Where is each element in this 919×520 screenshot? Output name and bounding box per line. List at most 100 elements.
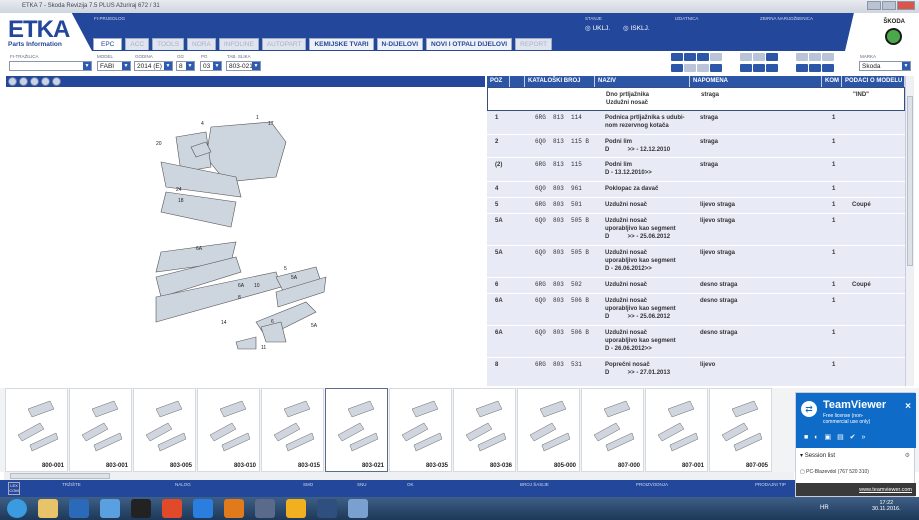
thumbnail-807-005[interactable]: 807-005	[709, 388, 772, 472]
toolbar-button[interactable]	[671, 64, 683, 72]
gg-select[interactable]: 8 ▼	[176, 61, 195, 71]
etka-taskbar-icon[interactable]	[348, 499, 368, 518]
thumbnail-807-001[interactable]: 807-001	[645, 388, 708, 472]
callout-label[interactable]: 6A	[238, 283, 245, 289]
table-row[interactable]: Dno prtljažnika Uzdužni nosač straga "IND"	[487, 87, 905, 111]
table-row[interactable]: 6A 6Q0 803 506 B Uzdužni nosač uporabljivo…	[487, 294, 905, 326]
app-icon[interactable]	[317, 499, 337, 518]
callout-label[interactable]: 4	[201, 121, 204, 127]
toolbar-button[interactable]	[766, 64, 778, 72]
toolbar-button[interactable]	[796, 64, 808, 72]
marka-select[interactable]: Skoda ▼	[859, 61, 911, 71]
internet-explorer-icon[interactable]	[193, 499, 213, 518]
table-row[interactable]: 5A 6Q0 803 505 B Uzdužni nosač uporabljivo…	[487, 246, 905, 278]
toolbar-button[interactable]	[710, 53, 722, 61]
column-header[interactable]: NAPOMENA	[690, 76, 822, 87]
toolbar-button[interactable]	[766, 53, 778, 61]
callout-label[interactable]: 17	[268, 121, 274, 127]
column-header[interactable]: KOM	[822, 76, 842, 87]
callout-label[interactable]: 6	[271, 319, 274, 325]
fi-trazilica-input[interactable]: ▼	[9, 61, 92, 71]
toolbar-button[interactable]	[671, 53, 683, 61]
callout-label[interactable]: 8	[238, 295, 241, 301]
callout-label[interactable]: 5	[284, 266, 287, 272]
thumbnail-scrollbar[interactable]	[4, 472, 794, 480]
zoom-in-icon[interactable]	[8, 77, 17, 86]
callout-label[interactable]: 10	[254, 283, 260, 289]
toolbar-button[interactable]	[822, 53, 834, 61]
thumbnail-803-036[interactable]: 803-036	[453, 388, 516, 472]
toolbar-button[interactable]	[809, 64, 821, 72]
column-header[interactable]: POZ	[487, 76, 510, 87]
maximize-button[interactable]	[882, 1, 896, 10]
toolbar-button[interactable]	[710, 64, 722, 72]
callout-label[interactable]: 18	[178, 198, 184, 204]
tab-infoline[interactable]: INFOLINE	[218, 38, 259, 50]
teamviewer-link[interactable]: www.teamviewer.com	[859, 487, 912, 493]
scroll-thumb[interactable]	[907, 96, 913, 266]
godina-select[interactable]: 2014 (E) ▼	[134, 61, 173, 71]
callout-label[interactable]: 1	[256, 115, 259, 121]
session-item[interactable]: ▢ PC-Blazevdol (767 520 310)	[800, 469, 869, 475]
tab-kemijske-tvari[interactable]: KEMIJSKE TVARI	[309, 38, 374, 50]
zoom-fit-icon[interactable]	[30, 77, 39, 86]
thumbnail-800-001[interactable]: 800-001	[5, 388, 68, 472]
toolbar-button[interactable]	[822, 64, 834, 72]
iskl-radio[interactable]: ◎ ISKLJ.	[623, 24, 650, 32]
skype-icon[interactable]	[286, 499, 306, 518]
column-header[interactable]: KATALOŠKI BROJ	[525, 76, 595, 87]
callout-label[interactable]: 5A	[291, 275, 298, 281]
thumbnail-803-001[interactable]: 803-001	[69, 388, 132, 472]
callout-label[interactable]: 24	[176, 187, 182, 193]
thumbnail-803-010[interactable]: 803-010	[197, 388, 260, 472]
thumbnail-803-005[interactable]: 803-005	[133, 388, 196, 472]
scroll-thumb[interactable]	[10, 473, 110, 479]
column-header[interactable]	[510, 76, 525, 87]
terminal-icon[interactable]	[131, 499, 151, 518]
tab-autopart[interactable]: AUTOPART	[261, 38, 307, 50]
tab-novi-i-otpali-dijelovi[interactable]: NOVI I OTPALI DIJELOVI	[426, 38, 513, 50]
tab-tools[interactable]: TOOLS	[152, 38, 185, 50]
thumbnail-805-000[interactable]: 805-000	[517, 388, 580, 472]
callout-label[interactable]: 6A	[196, 246, 203, 252]
toolbar-button[interactable]	[740, 64, 752, 72]
table-row[interactable]: 5A 6Q0 803 505 B Uzdužni nosač uporabljivo…	[487, 214, 905, 246]
app-icon[interactable]	[69, 499, 89, 518]
column-header[interactable]: NAZIV	[595, 76, 690, 87]
gear-icon[interactable]: ⚙	[905, 452, 910, 459]
table-scrollbar[interactable]	[905, 76, 914, 386]
language-indicator[interactable]: HR	[820, 505, 829, 511]
column-header[interactable]: PODACI O MODELU	[842, 76, 905, 87]
callout-label[interactable]: 20	[156, 141, 162, 147]
tab-report[interactable]: REPORT	[515, 38, 553, 50]
toolbar-button[interactable]	[697, 64, 709, 72]
toolbar-button[interactable]	[684, 64, 696, 72]
thumbnail-803-015[interactable]: 803-015	[261, 388, 324, 472]
chrome-icon[interactable]	[162, 499, 182, 518]
toolbar-button[interactable]	[753, 53, 765, 61]
tab-acc[interactable]: ACC	[125, 38, 150, 50]
clock[interactable]: 17:22 30.11.2016.	[872, 500, 901, 512]
parts-diagram[interactable]: 1 17 4 20 24 18 6A 5 5A 6A 10 8 14 11 6 5A	[6, 87, 485, 385]
tab-epc[interactable]: EPC	[93, 38, 123, 50]
thumbnail-807-000[interactable]: 807-000	[581, 388, 644, 472]
toolbar-button[interactable]	[753, 64, 765, 72]
callout-label[interactable]: 14	[221, 320, 227, 326]
toolbar-button[interactable]	[796, 53, 808, 61]
toolbar-button[interactable]	[697, 53, 709, 61]
callout-label[interactable]: 5A	[311, 323, 318, 329]
tab-slika-select[interactable]: 803-021 ▼	[226, 61, 261, 71]
zoom-reset-icon[interactable]	[41, 77, 50, 86]
table-row[interactable]: 5 6RG 803 501 Uzdužni nosač lijevo straga 1 C…	[487, 198, 905, 214]
pg-select[interactable]: 03 ▼	[200, 61, 222, 71]
tab-n-dijelovi[interactable]: N-DIJELOVI	[376, 38, 424, 50]
start-button[interactable]	[7, 499, 27, 518]
toolbar-button[interactable]	[740, 53, 752, 61]
minimize-button[interactable]	[867, 1, 881, 10]
zoom-search-icon[interactable]	[52, 77, 61, 86]
table-row[interactable]: 8 6RG 803 531 Poprečni nosač D >> - 27.01.…	[487, 358, 905, 386]
close-icon[interactable]: ×	[905, 401, 911, 412]
ukl-radio[interactable]: ◎ UKLJ.	[585, 24, 610, 32]
teamviewer-actions[interactable]: ■◐▣▤✔»	[804, 433, 871, 441]
thumbnail-803-021[interactable]: 803-021	[325, 388, 388, 472]
